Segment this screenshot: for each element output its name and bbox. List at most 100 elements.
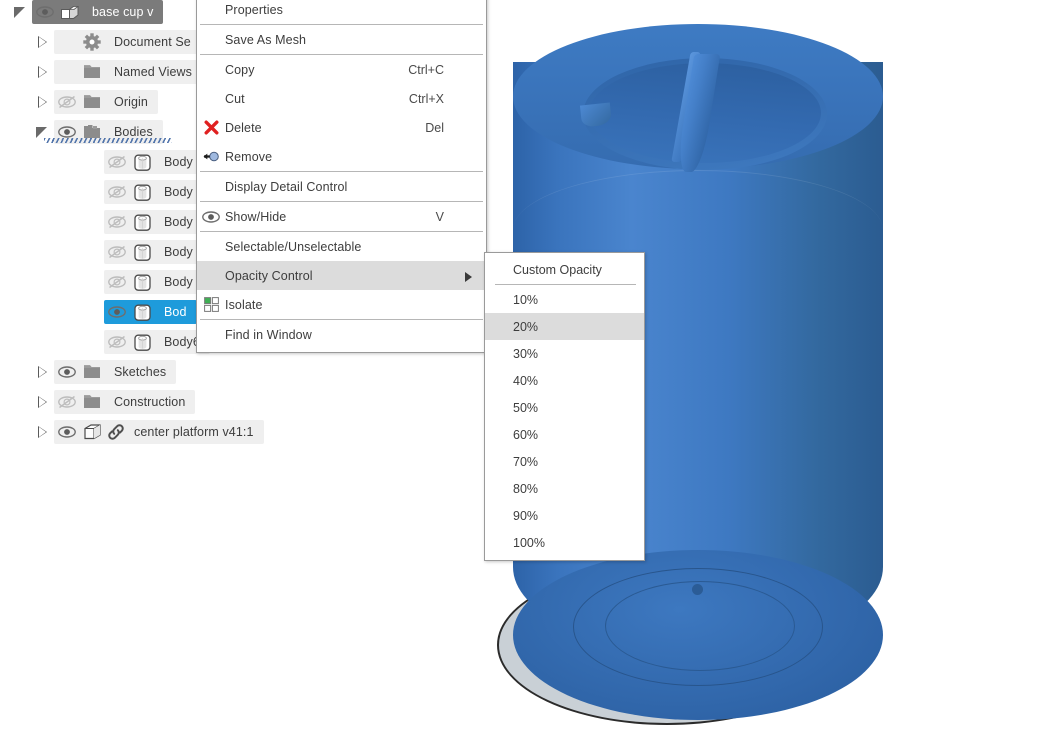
tree-row-chip[interactable]: Sketches [54,360,177,384]
tree-expander-down[interactable] [10,0,32,24]
menu-icon-slot [197,25,225,54]
tree-expander-right[interactable] [32,420,54,444]
menu-icon-slot [197,84,225,113]
visibility-toggle-visible-icon[interactable] [32,0,58,24]
tree-row-label: Construction [114,395,186,409]
tree-row-label: Body [164,155,193,169]
tree-expander-right[interactable] [32,30,54,54]
visibility-toggle-hidden-icon[interactable] [54,90,80,114]
tree-row-chip[interactable]: Origin [54,90,158,114]
menu-item-label: Selectable/Unselectable [225,239,362,254]
tree-row-chip[interactable]: Body [104,210,203,234]
visibility-spacer [54,30,80,54]
menu-item-delete[interactable]: Delete Del [197,113,486,142]
opacity-option-90[interactable]: 90% [485,502,644,529]
menu-item-cut[interactable]: Cut Ctrl+X [197,84,486,113]
tree-row-label: Body6 [164,335,200,349]
menu-item-remove[interactable]: Remove [197,142,486,171]
tree-expander-right[interactable] [32,60,54,84]
menu-item-display-detail-control[interactable]: Display Detail Control [197,172,486,201]
remove-arrow-icon [197,142,225,171]
menu-item-show-hide[interactable]: Show/Hide V [197,202,486,231]
menu-item-label: Opacity Control [225,268,313,283]
tree-expander-right[interactable] [32,390,54,414]
visibility-toggle-visible-icon[interactable] [54,420,80,444]
tree-row-chip[interactable]: Body6 [104,330,210,354]
visibility-toggle-hidden-icon[interactable] [104,150,130,174]
menu-icon-slot [197,261,225,290]
tree-row[interactable]: center platform v41:1 [0,420,330,444]
menu-item-opacity-control[interactable]: Opacity Control [197,261,486,290]
tree-row-chip[interactable]: Named Views [54,60,202,84]
menu-item-copy[interactable]: Copy Ctrl+C [197,55,486,84]
menu-item-label: Copy [225,62,255,77]
tree-row-label: Body [164,245,193,259]
tree-row[interactable]: Construction [0,390,330,414]
menu-item-shortcut: V [435,209,444,224]
tree-row-label: Bod [164,305,187,319]
submenu-arrow-icon [465,272,472,282]
tree-row-label: Named Views [114,65,192,79]
menu-item-label: Display Detail Control [225,179,348,194]
opacity-submenu[interactable]: Custom Opacity 10% 20% 30% 40% 50% 60% 70% 80% 90… [484,252,645,561]
menu-icon-slot [197,232,225,261]
submenu-separator [495,284,636,285]
tree-row-label: center platform v41:1 [134,425,254,439]
folder-icon [80,360,104,384]
menu-item-save-as-mesh[interactable]: Save As Mesh [197,25,486,54]
custom-opacity-item[interactable]: Custom Opacity [485,256,644,283]
tree-row-label: Bodies [114,125,153,139]
body-icon [130,330,154,354]
opacity-option-30[interactable]: 30% [485,340,644,367]
visibility-toggle-hidden-icon[interactable] [104,210,130,234]
opacity-option-10[interactable]: 10% [485,286,644,313]
menu-item-isolate[interactable]: Isolate [197,290,486,319]
visibility-toggle-visible-icon[interactable] [104,300,130,324]
menu-icon-slot [197,0,225,24]
tree-expander-right[interactable] [32,360,54,384]
menu-item-find-in-window[interactable]: Find in Window [197,320,486,349]
visibility-toggle-hidden-icon[interactable] [104,330,130,354]
opacity-option-60[interactable]: 60% [485,421,644,448]
tree-row-chip[interactable]: center platform v41:1 [54,420,264,444]
tree-row-chip[interactable]: base cup v [32,0,164,24]
tree-expander-right[interactable] [32,90,54,114]
menu-item-label: Find in Window [225,327,312,342]
visibility-toggle-hidden-icon[interactable] [104,270,130,294]
visibility-toggle-visible-icon[interactable] [54,360,80,384]
menu-item-label: Cut [225,91,245,106]
visibility-toggle-hidden-icon[interactable] [104,240,130,264]
isolate-grid-icon [197,290,225,319]
tree-row-chip[interactable]: Body [104,180,203,204]
opacity-option-40[interactable]: 40% [485,367,644,394]
visibility-toggle-hidden-icon[interactable] [54,390,80,414]
tree-row[interactable]: Sketches [0,360,330,384]
context-menu[interactable]: Properties Save As Mesh Copy Ctrl+C Cut Ctrl+… [196,0,487,353]
tree-row-chip[interactable]: Document Se [54,30,201,54]
tree-row-chip[interactable]: Construction [54,390,196,414]
opacity-option-20[interactable]: 20% [485,313,644,340]
menu-item-selectable-unselectable[interactable]: Selectable/Unselectable [197,232,486,261]
opacity-option-50[interactable]: 50% [485,394,644,421]
tree-row-chip[interactable]: Body [104,240,203,264]
tree-row-chip[interactable]: Bod [104,300,197,324]
body-icon [130,240,154,264]
eye-icon [197,202,225,231]
body-icon [130,210,154,234]
body-icon [130,150,154,174]
tree-row-chip[interactable]: Body [104,150,203,174]
opacity-option-80[interactable]: 80% [485,475,644,502]
tree-row-chip[interactable]: Body [104,270,203,294]
menu-item-shortcut: Ctrl+C [408,62,444,77]
menu-icon-slot [197,172,225,201]
visibility-toggle-hidden-icon[interactable] [104,180,130,204]
menu-item-label: Delete [225,120,262,135]
tree-expander-none [82,300,104,324]
cylinder-bottom-ring-inner [605,581,795,671]
menu-item-properties[interactable]: Properties [197,0,486,24]
opacity-option-100[interactable]: 100% [485,529,644,556]
visibility-spacer [54,60,80,84]
menu-icon-slot [197,55,225,84]
tree-row-label: Sketches [114,365,167,379]
opacity-option-70[interactable]: 70% [485,448,644,475]
